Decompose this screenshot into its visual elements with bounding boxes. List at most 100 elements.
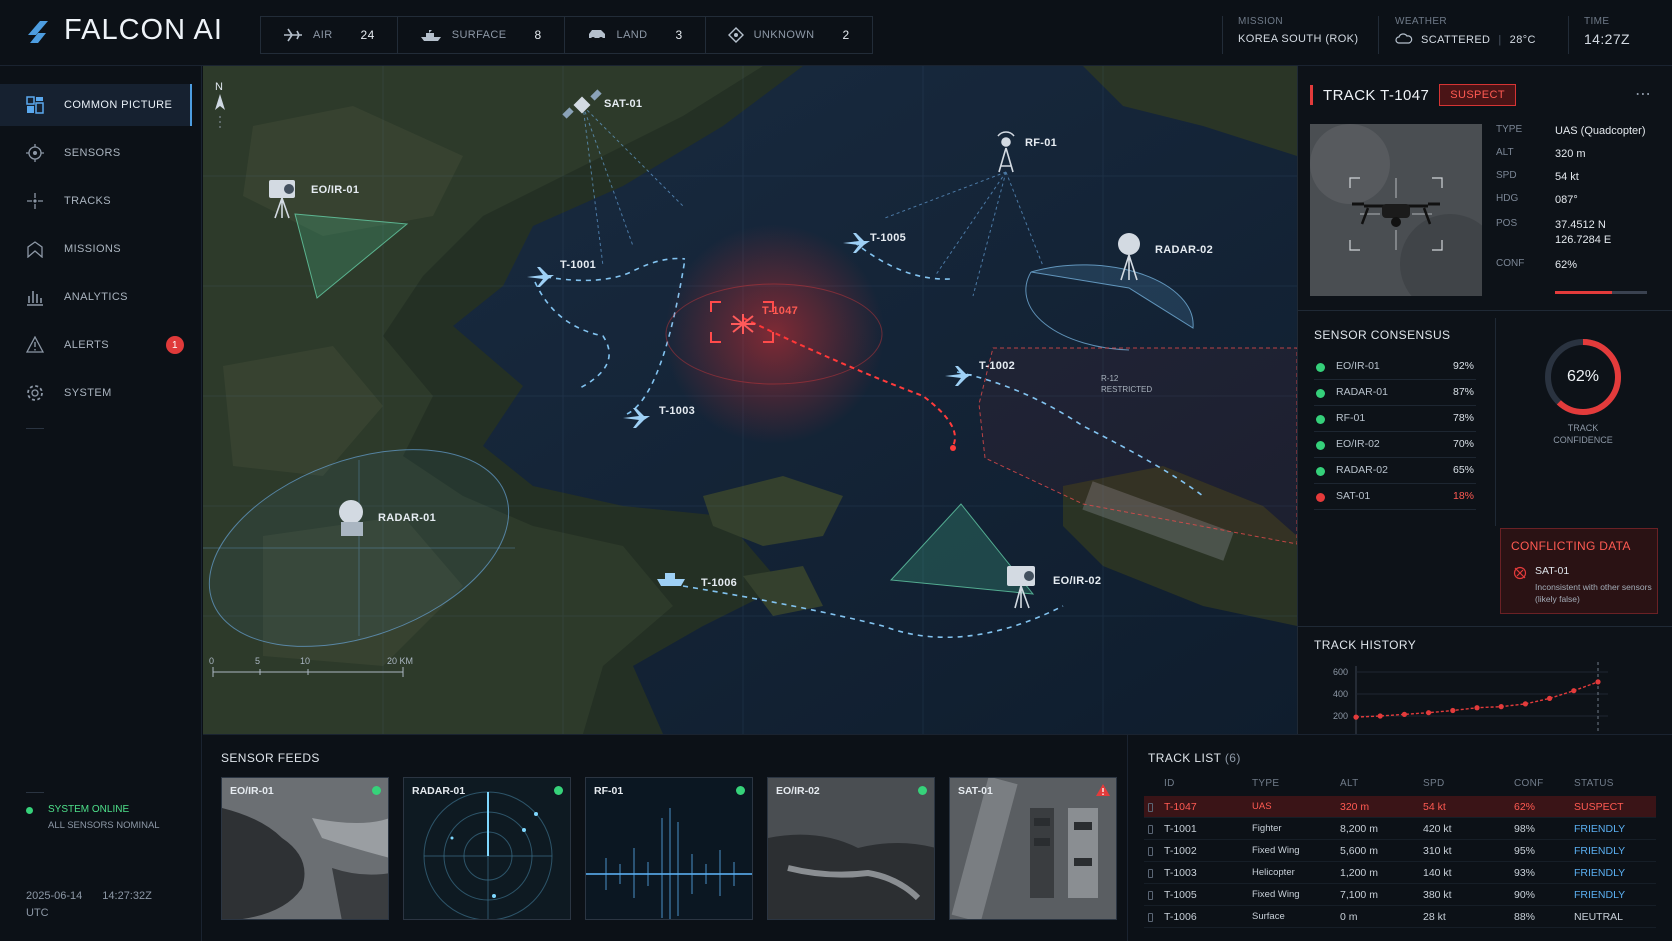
mission-value: KOREA SOUTH (ROK) <box>1238 33 1359 45</box>
count-unknown[interactable]: UNKNOWN 2 <box>706 17 872 53</box>
gauge-label-1: TRACK <box>1567 423 1599 433</box>
consensus-row[interactable]: RADAR-01 87% <box>1314 380 1476 406</box>
common-picture-map[interactable]: N R-12 RESTRICTED 0 5 10 20 KM SAT-01 RF… <box>203 66 1297 734</box>
nav-label: ANALYTICS <box>64 291 128 303</box>
feed-label: RADAR-01 <box>412 785 466 797</box>
nav-common-picture[interactable]: COMMON PICTURE <box>0 84 192 126</box>
count-value: 8 <box>534 28 542 42</box>
row-select-checkbox[interactable] <box>1148 913 1153 922</box>
track-thumbnail[interactable] <box>1310 124 1482 296</box>
col-header-status[interactable]: STATUS <box>1574 778 1614 789</box>
cell-type: Surface <box>1252 911 1285 922</box>
nav-analytics[interactable]: ANALYTICS <box>0 276 192 318</box>
table-row[interactable]: T-1002 Fixed Wing 5,600 m 310 kt 95% FRI… <box>1144 840 1656 862</box>
row-select-checkbox[interactable] <box>1148 803 1153 812</box>
alert-badge: 1 <box>166 336 184 354</box>
row-select-checkbox[interactable] <box>1148 891 1153 900</box>
cell-status: FRIENDLY <box>1574 823 1626 835</box>
satellite-image <box>950 778 1116 919</box>
sensor-status-dot <box>1316 441 1325 450</box>
consensus-row[interactable]: EO/IR-01 92% <box>1314 354 1476 380</box>
tracklist-count: (6) <box>1224 751 1241 765</box>
count-land[interactable]: LAND 3 <box>565 17 706 53</box>
map-label-eoir02: EO/IR-02 <box>1053 575 1102 587</box>
field-value: 320 m <box>1555 148 1586 160</box>
consensus-row[interactable]: RADAR-02 65% <box>1314 458 1476 484</box>
nav-label: MISSIONS <box>64 243 121 255</box>
feed-eoir01[interactable]: EO/IR-01 <box>221 777 389 920</box>
radar01-asset[interactable] <box>339 500 363 536</box>
field-value: 54 kt <box>1555 171 1579 183</box>
col-header-type[interactable]: TYPE <box>1252 778 1279 789</box>
cell-conf: 98% <box>1514 823 1536 835</box>
divider <box>1568 16 1569 54</box>
col-header-spd[interactable]: SPD <box>1423 778 1444 789</box>
nav-sensors[interactable]: SENSORS <box>0 132 192 174</box>
nav-system[interactable]: SYSTEM <box>0 372 192 414</box>
col-header-conf[interactable]: CONF <box>1514 778 1544 789</box>
row-select-checkbox[interactable] <box>1148 869 1153 878</box>
nav-alerts[interactable]: ALERTS 1 <box>0 324 192 366</box>
nav-missions[interactable]: MISSIONS <box>0 228 192 270</box>
consensus-row[interactable]: EO/IR-02 70% <box>1314 432 1476 458</box>
nav-tracks[interactable]: TRACKS <box>0 180 192 222</box>
brand[interactable]: FALCON AI <box>24 14 223 47</box>
count-value: 2 <box>842 28 850 42</box>
table-row[interactable]: T-1006 Surface 0 m 28 kt 88% NEUTRAL <box>1144 906 1656 928</box>
track-detail-panel: TRACK T-1047 SUSPECT ⋯ TYPE UAS (Quadcopte… <box>1297 66 1672 760</box>
field-key: ALT <box>1496 147 1514 158</box>
cell-alt: 7,100 m <box>1340 889 1378 901</box>
feed-image <box>768 778 934 919</box>
map-label-radar01: RADAR-01 <box>378 512 437 524</box>
feed-eoir02[interactable]: EO/IR-02 <box>767 777 935 920</box>
divider <box>1495 318 1496 526</box>
cell-spd: 380 kt <box>1423 889 1452 901</box>
conflict-alert[interactable]: CONFLICTING DATA SAT-01 Inconsistent wit… <box>1500 528 1658 614</box>
table-row[interactable]: T-1003 Helicopter 1,200 m 140 kt 93% FRI… <box>1144 862 1656 884</box>
more-options-icon[interactable]: ⋯ <box>1635 84 1652 104</box>
table-row[interactable]: T-1005 Fixed Wing 7,100 m 380 kt 90% FRI… <box>1144 884 1656 906</box>
count-surface[interactable]: SURFACE 8 <box>398 17 565 53</box>
system-tz: UTC <box>26 907 49 919</box>
col-header-id[interactable]: ID <box>1164 778 1175 789</box>
cell-status: SUSPECT <box>1574 801 1624 813</box>
table-row[interactable]: T-1047 UAS 320 m 54 kt 62% SUSPECT <box>1144 796 1656 818</box>
consensus-row[interactable]: RF-01 78% <box>1314 406 1476 432</box>
feed-radar01[interactable]: RADAR-01 <box>403 777 571 920</box>
weather-info: WEATHER SCATTERED | 28°C <box>1395 16 1536 46</box>
cell-conf: 62% <box>1514 801 1536 813</box>
restricted-zone-id: R-12 <box>1101 374 1119 383</box>
count-air[interactable]: AIR 24 <box>261 17 398 53</box>
map-label-sat01: SAT-01 <box>604 98 643 110</box>
t1047-marker[interactable] <box>731 314 755 334</box>
field-key: HDG <box>1496 193 1519 204</box>
feed-rf01[interactable]: RF-01 <box>585 777 753 920</box>
row-select-checkbox[interactable] <box>1148 847 1153 856</box>
table-row[interactable]: T-1001 Fighter 8,200 m 420 kt 98% FRIEND… <box>1144 818 1656 840</box>
consensus-row[interactable]: SAT-01 18% <box>1314 484 1476 510</box>
field-type: TYPE UAS (Quadcopter) <box>1496 124 1645 137</box>
ship-icon <box>420 30 441 41</box>
field-key: CONF <box>1496 258 1525 269</box>
conflict-text: Inconsistent with other sensors (likely f… <box>1535 581 1652 605</box>
cell-spd: 420 kt <box>1423 823 1452 835</box>
map-canvas[interactable]: N R-12 RESTRICTED 0 5 10 20 KM <box>203 66 1297 734</box>
time-value: 14:27Z <box>1584 31 1630 47</box>
weather-value: SCATTERED <box>1421 34 1491 46</box>
chart-title: TRACK HISTORY <box>1314 638 1417 652</box>
conflict-text-1: Inconsistent with other sensors <box>1535 582 1652 592</box>
grid-icon <box>26 96 44 114</box>
feed-sat01[interactable]: SAT-01 <box>949 777 1117 920</box>
cell-id: T-1006 <box>1164 911 1197 923</box>
cell-conf: 93% <box>1514 867 1536 879</box>
feed-label: SAT-01 <box>958 785 993 797</box>
crosshair-icon <box>27 193 43 209</box>
col-header-alt[interactable]: ALT <box>1340 778 1359 789</box>
series-line <box>1355 681 1599 718</box>
track-list-panel: TRACK LIST (6) ID TYPE ALT SPD CONF STAT… <box>1128 734 1672 941</box>
field-key: SPD <box>1496 170 1517 181</box>
divider <box>26 792 44 793</box>
row-select-checkbox[interactable] <box>1148 825 1153 834</box>
track-title: TRACK T-1047 <box>1323 86 1430 104</box>
sensor-name: EO/IR-01 <box>1336 360 1380 372</box>
